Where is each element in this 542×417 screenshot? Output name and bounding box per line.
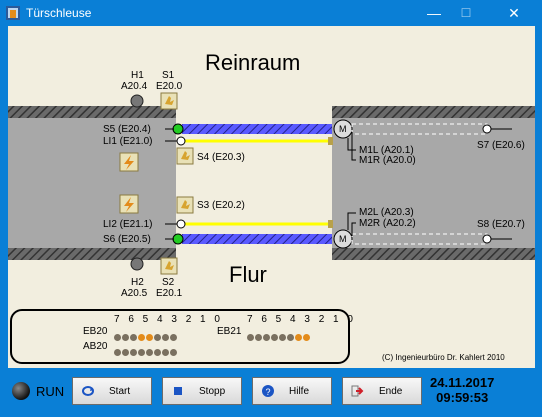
button-s3-label: S3 (E20.2) bbox=[197, 200, 245, 211]
door-bottom bbox=[182, 234, 332, 244]
ab20-bit-2-led bbox=[154, 349, 161, 356]
eb21-bit-5-led bbox=[263, 334, 270, 341]
ab20-bit-7-led bbox=[114, 349, 121, 356]
current-date: 24.11.2017 bbox=[430, 375, 495, 390]
eb21-bit-0-led bbox=[303, 334, 310, 341]
sensor-li1 bbox=[176, 136, 186, 146]
eb20-bit-2-led bbox=[154, 334, 161, 341]
sensor-s7 bbox=[482, 124, 492, 134]
eb21-bit-6-led bbox=[255, 334, 262, 341]
eb20-bit-5-led bbox=[130, 334, 137, 341]
lightning-li1-icon[interactable] bbox=[119, 152, 139, 172]
ab20-bit-1-led bbox=[162, 349, 169, 356]
eb21-bit-4-led bbox=[271, 334, 278, 341]
eb20-bit-1-led bbox=[162, 334, 169, 341]
motor-m2r-label: M2R (A20.2) bbox=[359, 218, 416, 229]
lamp-h2 bbox=[130, 257, 144, 271]
lamp-h1-label: H1 bbox=[131, 70, 144, 81]
start-button[interactable]: Start bbox=[72, 377, 152, 405]
ab20-bit-3-led bbox=[146, 349, 153, 356]
help-button[interactable]: ? Hilfe bbox=[252, 377, 332, 405]
motor-m1r-label: M1R (A20.0) bbox=[359, 155, 416, 166]
eb20-bit-7-led bbox=[114, 334, 121, 341]
ab20-bit-5-led bbox=[130, 349, 137, 356]
run-label: RUN bbox=[36, 384, 65, 399]
sensor-s6-label: S6 (E20.5) bbox=[103, 234, 151, 245]
sensor-s8 bbox=[482, 234, 492, 244]
stop-label: Stopp bbox=[199, 386, 226, 397]
lamp-h2-label: H2 bbox=[131, 277, 144, 288]
pushbutton-s2-icon[interactable] bbox=[160, 257, 178, 275]
start-label: Start bbox=[109, 386, 131, 397]
pushbutton-s3-icon[interactable] bbox=[176, 196, 194, 214]
button-s2-address: E20.1 bbox=[156, 288, 183, 299]
help-label: Hilfe bbox=[289, 386, 310, 397]
application-window: Türschleuse — ☐ ✕ Reinraum Flur H1 A20.4… bbox=[0, 0, 542, 417]
eb21-led-row bbox=[247, 328, 311, 341]
sensor-li2-label: LI2 (E21.1) bbox=[103, 219, 153, 230]
sensor-s5 bbox=[172, 123, 184, 135]
sensor-s7-label: S7 (E20.6) bbox=[477, 140, 525, 151]
stop-icon bbox=[174, 387, 182, 395]
pushbutton-s4-icon[interactable] bbox=[176, 147, 194, 165]
left-wall-bottom bbox=[8, 248, 176, 260]
room-title-top: Reinraum bbox=[205, 50, 301, 75]
lamp-h2-address: A20.5 bbox=[121, 288, 148, 299]
eb20-bit-6-led bbox=[122, 334, 129, 341]
eb21-bit-header: 7 6 5 4 3 2 1 0 bbox=[247, 314, 356, 325]
help-icon: ? bbox=[262, 385, 274, 397]
exit-label: Ende bbox=[379, 386, 403, 397]
left-wall-top bbox=[8, 106, 176, 118]
run-indicator-icon bbox=[12, 382, 30, 400]
eb20-label: EB20 bbox=[83, 326, 108, 337]
eb20-bit-3-led bbox=[146, 334, 153, 341]
eb21-bit-7-led bbox=[247, 334, 254, 341]
ab20-led-row bbox=[114, 343, 178, 356]
sensor-li2 bbox=[176, 219, 186, 229]
eb20-bit-header: 7 6 5 4 3 2 1 0 bbox=[114, 314, 223, 325]
eb21-bit-2-led bbox=[287, 334, 294, 341]
button-s1-label: S1 bbox=[162, 70, 175, 81]
lightning-li2-icon[interactable] bbox=[119, 194, 139, 214]
reflector-1 bbox=[328, 137, 333, 145]
button-s1-address: E20.0 bbox=[156, 81, 183, 92]
motor-m2l-label: M2L (A20.3) bbox=[359, 207, 414, 218]
ab20-label: AB20 bbox=[83, 341, 108, 352]
right-wall-top bbox=[332, 106, 535, 118]
eb20-bit-0-led bbox=[170, 334, 177, 341]
exit-icon bbox=[351, 385, 364, 397]
eb21-label: EB21 bbox=[217, 326, 242, 337]
stop-button[interactable]: Stopp bbox=[162, 377, 242, 405]
clock: 24.11.2017 09:59:53 bbox=[430, 375, 494, 405]
right-wall-bottom bbox=[332, 248, 535, 260]
current-time: 09:59:53 bbox=[436, 390, 489, 405]
motor-m1-label: M bbox=[339, 124, 347, 134]
sensor-s5-label: S5 (E20.4) bbox=[103, 124, 151, 135]
exit-button[interactable]: Ende bbox=[342, 377, 422, 405]
ab20-bit-6-led bbox=[122, 349, 129, 356]
room-title-bottom: Flur bbox=[229, 262, 267, 287]
eb20-led-row bbox=[114, 328, 178, 341]
eb21-bit-3-led bbox=[279, 334, 286, 341]
lamp-h1-address: A20.4 bbox=[121, 81, 148, 92]
door-top bbox=[182, 124, 332, 134]
sensor-s6 bbox=[172, 233, 184, 245]
ab20-bit-4-led bbox=[138, 349, 145, 356]
eb20-bit-4-led bbox=[138, 334, 145, 341]
cycle-icon bbox=[82, 386, 94, 396]
eb21-bit-1-led bbox=[295, 334, 302, 341]
sensor-s8-label: S8 (E20.7) bbox=[477, 219, 525, 230]
sensor-li1-label: LI1 (E21.0) bbox=[103, 136, 153, 147]
pushbutton-s1-icon[interactable] bbox=[160, 92, 178, 110]
ab20-bit-0-led bbox=[170, 349, 177, 356]
motor-m2-label: M bbox=[339, 234, 347, 244]
button-s2-label: S2 bbox=[162, 277, 175, 288]
lamp-h1 bbox=[130, 94, 144, 108]
copyright-text: (C) Ingenieurbüro Dr. Kahlert 2010 bbox=[382, 353, 505, 362]
svg-text:?: ? bbox=[265, 387, 270, 397]
reflector-2 bbox=[328, 220, 333, 228]
button-s4-label: S4 (E20.3) bbox=[197, 152, 245, 163]
